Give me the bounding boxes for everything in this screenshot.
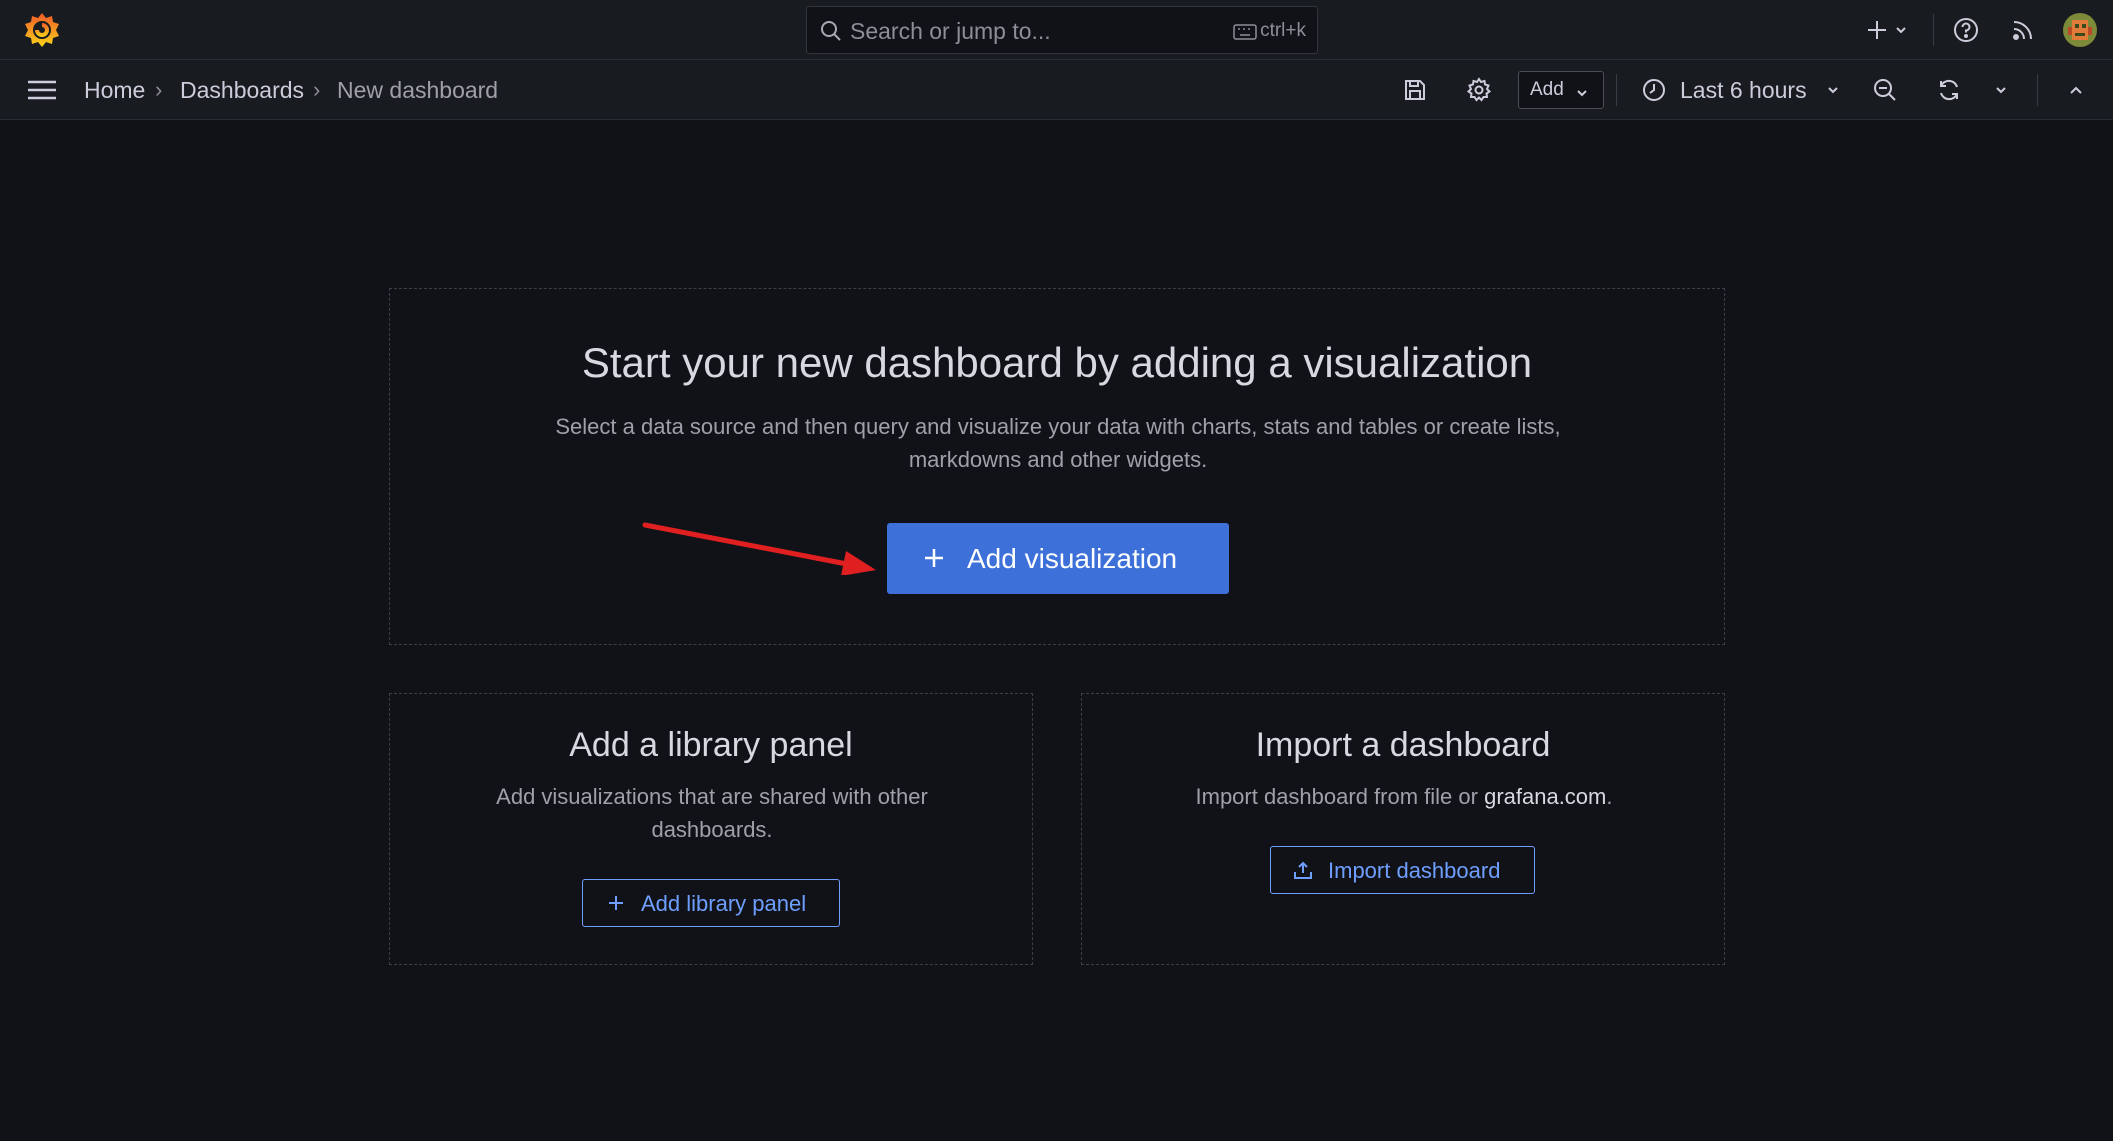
- search-bar[interactable]: Search or jump to... ctrl+k: [806, 6, 1318, 54]
- search-shortcut: ctrl+k: [1260, 20, 1306, 41]
- description-line: markdowns and other widgets.: [908, 447, 1208, 472]
- divider: [2037, 74, 2038, 106]
- add-visualization-label: Add visualization: [967, 543, 1178, 574]
- grafana-logo-icon[interactable]: [22, 10, 62, 50]
- add-visualization-button[interactable]: Add visualization: [887, 523, 1229, 594]
- breadcrumb-home[interactable]: Home: [84, 75, 145, 105]
- import-dashboard-title: Import a dashboard: [1255, 726, 1551, 764]
- empty-dashboard-panel: Start your new dashboard by adding a vis…: [389, 288, 1725, 645]
- menu-icon[interactable]: [27, 79, 57, 101]
- upload-icon: [1293, 860, 1313, 880]
- breadcrumb-dashboards[interactable]: Dashboards: [180, 75, 304, 105]
- keyboard-icon: [1233, 24, 1257, 40]
- breadcrumb-current-page: New dashboard: [337, 77, 499, 103]
- add-button-label: Add: [1530, 79, 1564, 100]
- chevron-down-icon[interactable]: [1894, 23, 1908, 37]
- save-icon[interactable]: [1402, 77, 1428, 103]
- library-panel-card: Add a library panel Add visualizations t…: [389, 693, 1033, 965]
- import-dashboard-button[interactable]: Import dashboard: [1270, 846, 1535, 894]
- search-icon: [819, 19, 843, 43]
- chevron-up-icon[interactable]: [2068, 82, 2084, 98]
- help-icon[interactable]: [1952, 16, 1980, 44]
- divider: [1616, 74, 1617, 106]
- description-line: dashboards.: [651, 817, 773, 842]
- import-dashboard-label: Import dashboard: [1328, 858, 1501, 883]
- add-library-panel-label: Add library panel: [641, 891, 807, 916]
- plus-icon: [923, 547, 945, 569]
- add-dropdown-button[interactable]: Add: [1518, 71, 1604, 109]
- chevron-down-icon: [1575, 84, 1589, 98]
- description-line: Select a data source and then query and …: [555, 414, 1561, 439]
- description-text: .: [1606, 784, 1613, 809]
- grafana-com-link[interactable]: grafana.com: [1484, 784, 1606, 809]
- import-dashboard-description: Import dashboard from file or grafana.co…: [1142, 780, 1666, 813]
- plus-icon: [607, 894, 625, 912]
- add-library-panel-button[interactable]: Add library panel: [582, 879, 840, 927]
- library-panel-description: Add visualizations that are shared with …: [450, 780, 974, 846]
- empty-dashboard-description: Select a data source and then query and …: [510, 410, 1606, 476]
- zoom-out-icon[interactable]: [1872, 77, 1898, 103]
- chevron-down-icon[interactable]: [1826, 83, 1840, 97]
- dashboard-toolbar: Home › Dashboards › New dashboard Add La…: [0, 60, 2113, 120]
- refresh-icon[interactable]: [1936, 77, 1962, 103]
- user-avatar[interactable]: [2063, 13, 2097, 47]
- news-feed-icon[interactable]: [2010, 17, 2036, 43]
- time-range-picker[interactable]: Last 6 hours: [1680, 75, 1807, 105]
- description-line: Add visualizations that are shared with …: [496, 784, 928, 809]
- library-panel-title: Add a library panel: [569, 726, 853, 764]
- divider: [1933, 14, 1934, 46]
- top-nav-bar: Search or jump to... ctrl+k: [0, 0, 2113, 60]
- empty-dashboard-title: Start your new dashboard by adding a vis…: [581, 339, 1533, 386]
- plus-icon[interactable]: [1864, 17, 1890, 43]
- search-placeholder: Search or jump to...: [850, 18, 1051, 44]
- annotation-arrow: [642, 522, 876, 575]
- breadcrumb-separator-icon: ›: [313, 77, 321, 102]
- import-dashboard-card: Import a dashboard Import dashboard from…: [1081, 693, 1725, 965]
- description-text: Import dashboard from file or: [1195, 784, 1485, 809]
- chevron-down-icon[interactable]: [1994, 83, 2008, 97]
- clock-icon[interactable]: [1642, 78, 1666, 102]
- breadcrumb-separator-icon: ›: [155, 77, 163, 102]
- settings-gear-icon[interactable]: [1466, 77, 1492, 103]
